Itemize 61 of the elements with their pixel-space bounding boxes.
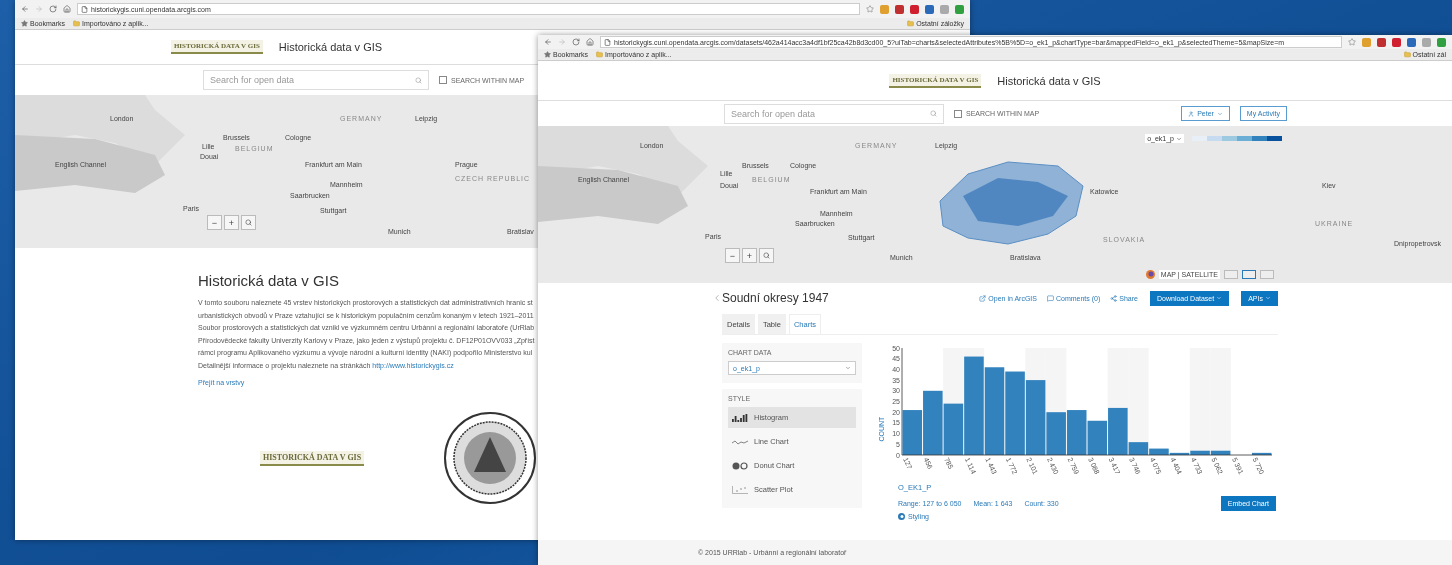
home-icon[interactable] bbox=[63, 5, 71, 13]
bookmark-star-icon[interactable] bbox=[866, 5, 874, 13]
folder-icon bbox=[1403, 51, 1411, 58]
zoom-button[interactable]: − bbox=[207, 215, 222, 230]
star-icon bbox=[544, 51, 551, 58]
folder-icon bbox=[596, 51, 603, 58]
donut-chart-icon bbox=[732, 461, 748, 470]
histogram-bar[interactable] bbox=[1251, 452, 1272, 455]
caret-icon bbox=[1216, 110, 1223, 117]
histogram-bar[interactable] bbox=[1190, 450, 1210, 455]
caret-icon bbox=[1176, 135, 1182, 142]
histogram-bar[interactable] bbox=[1108, 407, 1128, 455]
globe-icon bbox=[1145, 270, 1155, 279]
user-icon bbox=[1188, 110, 1195, 117]
caret-icon bbox=[845, 365, 851, 371]
search-button[interactable] bbox=[241, 215, 256, 230]
search-button[interactable] bbox=[759, 248, 774, 263]
basemap-thumbnail[interactable] bbox=[1260, 270, 1274, 279]
page-icon bbox=[81, 5, 88, 13]
search-icon bbox=[763, 252, 770, 259]
home-icon[interactable] bbox=[586, 38, 594, 46]
zoom-button[interactable]: + bbox=[224, 215, 239, 230]
reload-icon[interactable] bbox=[49, 5, 57, 13]
scatter-plot-icon bbox=[732, 485, 748, 494]
folder-icon bbox=[73, 20, 80, 27]
page-icon bbox=[604, 38, 611, 46]
back-chevron-icon[interactable] bbox=[712, 293, 722, 303]
dataset-title: Soudní okresy 1947 bbox=[722, 291, 829, 305]
zoom-button[interactable]: − bbox=[725, 248, 740, 263]
share-icon bbox=[1110, 294, 1118, 302]
bar-chart-icon bbox=[732, 413, 748, 422]
site-title: Historická data v GIS bbox=[997, 74, 1101, 87]
histogram-bar[interactable] bbox=[1046, 412, 1066, 455]
histogram-bar[interactable] bbox=[1169, 452, 1190, 455]
histogram-bar[interactable] bbox=[1087, 420, 1108, 455]
color-wheel-icon bbox=[898, 513, 905, 520]
map-drawing[interactable] bbox=[15, 95, 538, 248]
site-title: Historická data v GIS bbox=[278, 41, 383, 53]
histogram-bar[interactable] bbox=[1066, 410, 1087, 455]
caret-icon bbox=[1265, 295, 1271, 301]
map-drawing[interactable] bbox=[538, 126, 1452, 283]
reload-icon[interactable] bbox=[572, 38, 580, 46]
external-link-icon bbox=[979, 294, 987, 302]
back-icon[interactable] bbox=[544, 38, 552, 46]
caret-icon bbox=[1216, 295, 1223, 301]
histogram-bar[interactable] bbox=[1210, 450, 1231, 455]
search-icon bbox=[930, 110, 937, 117]
project-logo: HISTORICKÁ DATA V GIS bbox=[260, 450, 365, 466]
speech-bubble-icon bbox=[1046, 294, 1054, 302]
histogram-bar[interactable] bbox=[984, 367, 1005, 455]
folder-icon bbox=[907, 20, 915, 27]
bookmark-star-icon[interactable] bbox=[1348, 38, 1356, 46]
basemap-thumbnail[interactable] bbox=[1224, 270, 1238, 279]
star-icon bbox=[21, 20, 28, 27]
zoom-button[interactable]: + bbox=[742, 248, 757, 263]
search-icon bbox=[245, 219, 252, 226]
search-icon bbox=[415, 76, 422, 84]
back-icon[interactable] bbox=[21, 5, 29, 13]
article-title: Historická data v GIS bbox=[198, 272, 339, 289]
histogram-bar[interactable] bbox=[1149, 448, 1169, 455]
basemap-thumbnail[interactable] bbox=[1242, 270, 1256, 279]
